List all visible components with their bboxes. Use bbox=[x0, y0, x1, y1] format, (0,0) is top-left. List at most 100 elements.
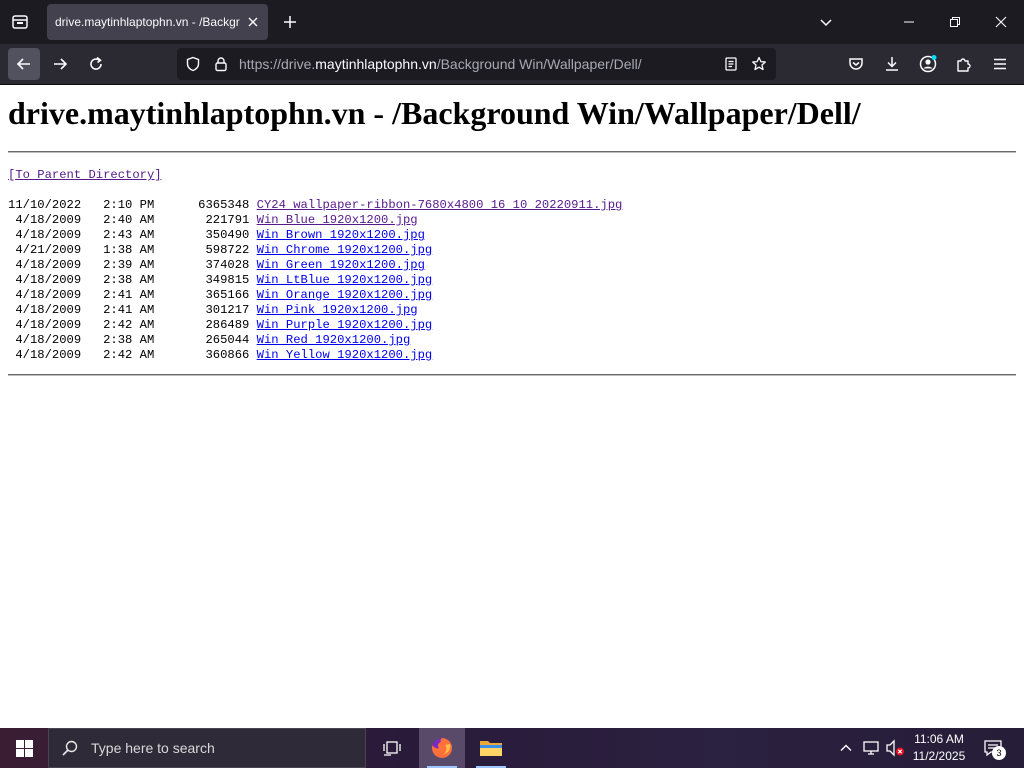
restore-button[interactable] bbox=[932, 0, 978, 44]
list-all-tabs-button[interactable] bbox=[814, 10, 838, 34]
shield-icon bbox=[186, 56, 200, 72]
file-meta: 4/18/2009 2:42 AM 286489 bbox=[8, 318, 257, 332]
taskbar-file-explorer-app[interactable] bbox=[468, 728, 514, 768]
file-meta: 4/18/2009 2:41 AM 365166 bbox=[8, 288, 257, 302]
volume-button[interactable] bbox=[885, 738, 905, 758]
task-view-button[interactable] bbox=[370, 728, 416, 768]
firefox-view-icon bbox=[12, 15, 28, 29]
reload-button[interactable] bbox=[80, 48, 112, 80]
bookmark-button[interactable] bbox=[749, 54, 769, 74]
file-meta: 4/18/2009 2:43 AM 350490 bbox=[8, 228, 257, 242]
file-meta: 4/21/2009 1:38 AM 598722 bbox=[8, 243, 257, 257]
file-row: 4/18/2009 2:38 AM 349815 Win LtBlue 1920… bbox=[8, 273, 622, 288]
start-button[interactable] bbox=[0, 728, 48, 768]
taskbar-firefox-app[interactable] bbox=[419, 728, 465, 768]
new-tab-button[interactable] bbox=[278, 10, 302, 34]
file-row: 4/21/2009 1:38 AM 598722 Win Chrome 1920… bbox=[8, 243, 622, 258]
file-row: 4/18/2009 2:41 AM 365166 Win Orange 1920… bbox=[8, 288, 622, 303]
account-button[interactable] bbox=[914, 50, 942, 78]
clock-time: 11:06 AM bbox=[914, 732, 964, 746]
file-row: 4/18/2009 2:38 AM 265044 Win Red 1920x12… bbox=[8, 333, 622, 348]
search-icon bbox=[62, 740, 78, 756]
restore-icon bbox=[950, 17, 960, 27]
file-link[interactable]: Win Brown 1920x1200.jpg bbox=[257, 228, 425, 242]
page-content: drive.maytinhlaptophn.vn - /Background W… bbox=[0, 85, 1024, 728]
page-title: drive.maytinhlaptophn.vn - /Background W… bbox=[8, 95, 861, 131]
file-meta: 4/18/2009 2:38 AM 265044 bbox=[8, 333, 257, 347]
file-link[interactable]: Win Purple 1920x1200.jpg bbox=[257, 318, 433, 332]
reload-icon bbox=[90, 56, 102, 70]
file-link[interactable]: Win Yellow 1920x1200.jpg bbox=[257, 348, 433, 362]
tab-bar: drive.maytinhlaptophn.vn - /Background W… bbox=[0, 0, 1024, 44]
file-link[interactable]: Win Orange 1920x1200.jpg bbox=[257, 288, 433, 302]
close-icon bbox=[995, 16, 1007, 28]
file-link[interactable]: Win LtBlue 1920x1200.jpg bbox=[257, 273, 433, 287]
tracking-protection-button[interactable] bbox=[183, 54, 203, 74]
download-icon bbox=[886, 57, 898, 71]
file-link[interactable]: CY24 wallpaper-ribbon-7680x4800 16 10 20… bbox=[257, 198, 623, 212]
downloads-button[interactable] bbox=[878, 50, 906, 78]
url-host: maytinhlaptophn.vn bbox=[315, 56, 437, 72]
pocket-button[interactable] bbox=[842, 50, 870, 78]
address-bar[interactable]: https://drive.maytinhlaptophn.vn/Backgro… bbox=[177, 48, 776, 80]
chevron-down-icon bbox=[820, 19, 832, 27]
network-icon bbox=[863, 741, 879, 755]
minimize-icon bbox=[904, 21, 914, 23]
file-row: 4/18/2009 2:43 AM 350490 Win Brown 1920x… bbox=[8, 228, 622, 243]
tab-close-button[interactable] bbox=[244, 13, 262, 31]
url-text[interactable]: https://drive.maytinhlaptophn.vn/Backgro… bbox=[239, 56, 642, 72]
close-icon bbox=[248, 17, 258, 27]
close-window-button[interactable] bbox=[978, 0, 1024, 44]
back-button[interactable] bbox=[8, 48, 40, 80]
network-button[interactable] bbox=[861, 738, 881, 758]
directory-listing: [To Parent Directory] 11/10/2022 2:10 PM… bbox=[8, 168, 622, 363]
file-row: 4/18/2009 2:39 AM 374028 Win Green 1920x… bbox=[8, 258, 622, 273]
search-placeholder: Type here to search bbox=[91, 740, 215, 756]
file-row: 4/18/2009 2:42 AM 286489 Win Purple 1920… bbox=[8, 318, 622, 333]
file-row: 4/18/2009 2:40 AM 221791 Win Blue 1920x1… bbox=[8, 213, 622, 228]
reader-view-button[interactable] bbox=[721, 54, 741, 74]
notification-center-button[interactable]: 3 bbox=[978, 736, 1008, 760]
file-link[interactable]: Win Pink 1920x1200.jpg bbox=[257, 303, 418, 317]
url-scheme: https://drive. bbox=[239, 56, 316, 72]
minimize-button[interactable] bbox=[886, 0, 932, 44]
windows-taskbar: Type here to search 11:06 AM 11/2/2025 3 bbox=[0, 728, 1024, 768]
forward-button[interactable] bbox=[44, 48, 76, 80]
notification-count-badge: 3 bbox=[992, 746, 1006, 760]
file-link[interactable]: Win Blue 1920x1200.jpg bbox=[257, 213, 418, 227]
file-meta: 11/10/2022 2:10 PM 6365348 bbox=[8, 198, 257, 212]
reader-view-icon bbox=[725, 57, 737, 71]
plus-icon bbox=[284, 16, 296, 28]
folder-icon bbox=[480, 741, 502, 756]
tab-title: drive.maytinhlaptophn.vn - /Background W… bbox=[55, 15, 240, 29]
file-row: 11/10/2022 2:10 PM 6365348 CY24 wallpape… bbox=[8, 198, 622, 213]
file-link[interactable]: Win Chrome 1920x1200.jpg bbox=[257, 243, 433, 257]
file-meta: 4/18/2009 2:38 AM 349815 bbox=[8, 273, 257, 287]
lock-icon bbox=[215, 57, 227, 72]
menu-button[interactable] bbox=[986, 50, 1014, 78]
system-clock[interactable]: 11:06 AM 11/2/2025 bbox=[906, 731, 972, 765]
star-icon bbox=[752, 56, 766, 71]
windows-logo-icon bbox=[15, 739, 33, 757]
active-tab[interactable]: drive.maytinhlaptophn.vn - /Background W… bbox=[47, 4, 268, 40]
parent-directory-link[interactable]: [To Parent Directory] bbox=[8, 168, 162, 182]
volume-muted-icon bbox=[886, 739, 904, 757]
extensions-button[interactable] bbox=[950, 50, 978, 78]
file-meta: 4/18/2009 2:39 AM 374028 bbox=[8, 258, 257, 272]
hamburger-menu-icon bbox=[994, 58, 1006, 70]
site-info-button[interactable] bbox=[211, 54, 231, 74]
file-link[interactable]: Win Green 1920x1200.jpg bbox=[257, 258, 425, 272]
clock-date: 11/2/2025 bbox=[912, 749, 966, 763]
puzzle-icon bbox=[957, 58, 971, 72]
file-meta: 4/18/2009 2:42 AM 360866 bbox=[8, 348, 257, 362]
chevron-up-icon bbox=[840, 744, 852, 751]
divider-top bbox=[8, 151, 1016, 153]
firefox-icon bbox=[432, 737, 453, 758]
pocket-icon bbox=[849, 58, 863, 70]
account-icon bbox=[919, 55, 937, 73]
file-meta: 4/18/2009 2:40 AM 221791 bbox=[8, 213, 257, 227]
show-hidden-icons-button[interactable] bbox=[836, 738, 856, 758]
file-link[interactable]: Win Red 1920x1200.jpg bbox=[257, 333, 411, 347]
taskbar-search-box[interactable]: Type here to search bbox=[48, 728, 366, 768]
firefox-view-button[interactable] bbox=[6, 8, 34, 36]
